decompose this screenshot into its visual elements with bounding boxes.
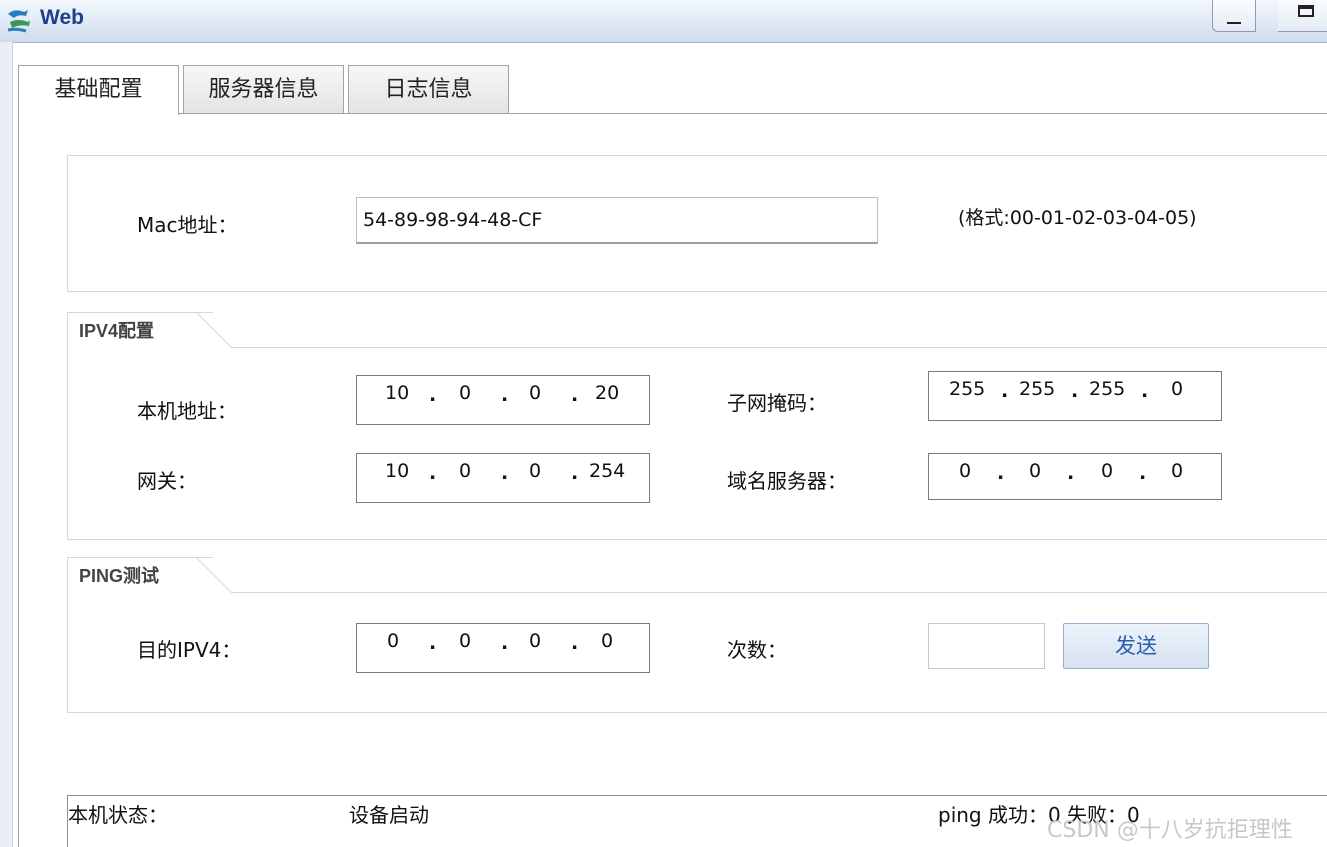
content-border — [18, 113, 19, 847]
gateway-label: 网关： — [137, 469, 197, 493]
minimize-icon — [1227, 22, 1241, 24]
ip-dot: . — [571, 462, 579, 484]
ip-octet: 0 — [1171, 460, 1184, 482]
ping-legend-corner — [196, 557, 232, 593]
ip-dot: . — [501, 384, 509, 406]
ip-dot: . — [1067, 462, 1075, 484]
gateway-input[interactable]: 10 . 0 . 0 . 254 — [356, 453, 650, 503]
ip-octet: 0 — [459, 460, 472, 482]
ip-dot: . — [1001, 380, 1009, 402]
ip-octet: 0 — [459, 630, 472, 652]
ip-octet: 255 — [1089, 378, 1126, 400]
mac-format-hint: (格式:00-01-02-03-04-05) — [958, 207, 1197, 229]
target-ipv4-label: 目的IPV4： — [137, 638, 242, 662]
subnet-mask-input[interactable]: 255 . 255 . 255 . 0 — [928, 371, 1222, 421]
app-icon — [7, 10, 30, 33]
mac-input[interactable]: 54-89-98-94-48-CF — [356, 197, 878, 244]
ip-dot: . — [429, 384, 437, 406]
tab-basic-config[interactable]: 基础配置 — [18, 65, 179, 115]
host-status-value: 设备启动 — [349, 803, 429, 827]
tab-server-info[interactable]: 服务器信息 — [183, 65, 344, 113]
ip-octet: 255 — [1019, 378, 1056, 400]
status-divider — [67, 795, 1327, 796]
tab-divider — [18, 113, 1327, 114]
ip-dot: . — [571, 632, 579, 654]
watermark: CSDN @十八岁抗拒理性 — [1047, 818, 1293, 843]
ip-dot: . — [997, 462, 1005, 484]
ip-octet: 254 — [589, 460, 626, 482]
ip-dot: . — [501, 632, 509, 654]
dns-server-label: 域名服务器： — [727, 469, 847, 493]
ip-octet: 0 — [459, 382, 472, 404]
window-title: Web — [40, 6, 84, 29]
ip-octet: 0 — [959, 460, 972, 482]
ip-octet: 0 — [529, 382, 542, 404]
ip-dot: . — [1141, 380, 1149, 402]
maximize-button[interactable] — [1278, 0, 1327, 32]
ping-legend: PING测试 — [67, 557, 213, 593]
subnet-mask-label: 子网掩码： — [727, 391, 827, 415]
ip-octet: 10 — [385, 382, 410, 404]
ip-dot: . — [1139, 462, 1147, 484]
host-address-input[interactable]: 10 . 0 . 0 . 20 — [356, 375, 650, 425]
ip-dot: . — [501, 462, 509, 484]
maximize-icon — [1298, 5, 1314, 17]
ipv4-legend-corner — [196, 312, 232, 348]
target-ipv4-input[interactable]: 0 . 0 . 0 . 0 — [356, 623, 650, 673]
ip-octet: 255 — [949, 378, 986, 400]
ip-octet: 0 — [529, 460, 542, 482]
ip-octet: 20 — [595, 382, 620, 404]
send-button[interactable]: 发送 — [1063, 623, 1209, 669]
ip-octet: 0 — [529, 630, 542, 652]
ip-dot: . — [429, 632, 437, 654]
ip-octet: 10 — [385, 460, 410, 482]
count-input[interactable] — [928, 623, 1045, 669]
ip-octet: 0 — [1101, 460, 1114, 482]
ip-octet: 0 — [601, 630, 614, 652]
host-address-label: 本机地址： — [137, 399, 237, 423]
ipv4-legend: IPV4配置 — [67, 312, 213, 348]
count-label: 次数： — [727, 638, 787, 662]
ip-octet: 0 — [1171, 378, 1184, 400]
dns-server-input[interactable]: 0 . 0 . 0 . 0 — [928, 453, 1222, 500]
ip-dot: . — [1071, 380, 1079, 402]
ip-octet: 0 — [1029, 460, 1042, 482]
mac-label: Mac地址： — [137, 213, 238, 237]
minimize-button[interactable] — [1212, 0, 1256, 32]
ip-octet: 0 — [387, 630, 400, 652]
title-bar[interactable]: Web — [0, 0, 1327, 43]
tab-log-info[interactable]: 日志信息 — [348, 65, 509, 113]
ip-dot: . — [429, 462, 437, 484]
window-left-edge — [0, 42, 13, 847]
ip-dot: . — [571, 384, 579, 406]
host-status-label: 本机状态： — [68, 803, 168, 827]
